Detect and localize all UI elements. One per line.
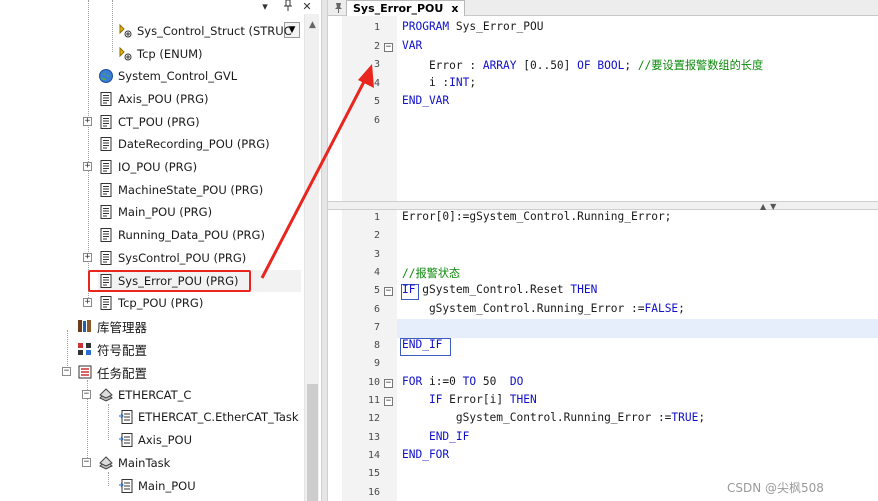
watermark: CSDN @尖枫508 (727, 481, 824, 495)
screenshot-root: ▾ ✕ ▼ ▲ Sys_Control_Struct (STRUC Tcp (E… (0, 0, 878, 501)
annotation-arrow (260, 64, 374, 279)
